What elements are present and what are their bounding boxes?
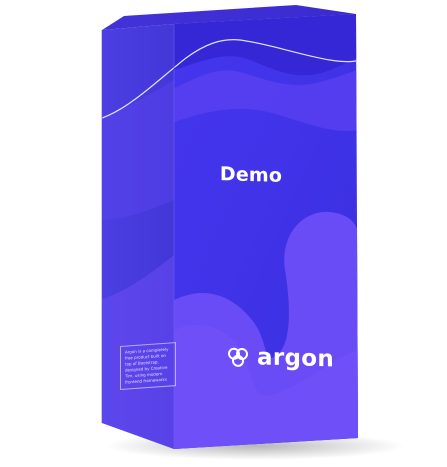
side-description-box: Argon is a completely free product built… bbox=[120, 342, 176, 390]
product-box-scene: Demo argon Argon is a completely free pr… bbox=[0, 0, 447, 463]
box-title: Demo bbox=[219, 163, 283, 187]
argon-logo: argon bbox=[226, 339, 334, 378]
box-side-face bbox=[102, 24, 174, 449]
argon-atom-icon bbox=[228, 347, 248, 367]
product-box bbox=[101, 5, 405, 460]
brand-name: argon bbox=[257, 343, 335, 372]
